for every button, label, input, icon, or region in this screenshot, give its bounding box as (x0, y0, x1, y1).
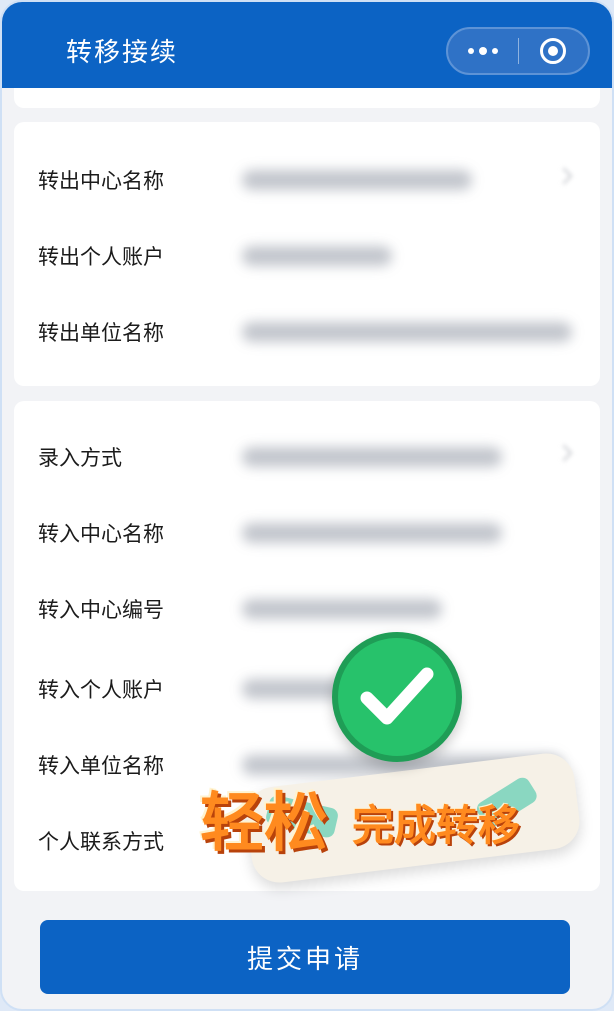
transfer-in-card: 录入方式 转入中心名称 转入中心编号 转入个人账户 转入单位名称 个人联系方式 (14, 401, 600, 891)
more-dots-icon (467, 47, 498, 55)
redacted-value (242, 599, 442, 619)
field-label: 录入方式 (38, 446, 122, 470)
field-label: 个人联系方式 (38, 830, 164, 854)
redacted-value (242, 679, 362, 699)
form-row-input-method[interactable]: 录入方式 (38, 437, 580, 477)
redacted-value (242, 322, 572, 342)
form-row-in-center-code[interactable]: 转入中心编号 (38, 589, 580, 629)
target-circle-icon (540, 38, 567, 64)
form-row-contact[interactable]: 个人联系方式 (38, 821, 580, 861)
nav-bar: 转移接续 (2, 2, 612, 88)
close-button[interactable] (518, 29, 588, 73)
field-label: 转出个人账户 (38, 245, 164, 269)
more-button[interactable] (448, 29, 518, 73)
form-row-in-center[interactable]: 转入中心名称 (38, 513, 580, 553)
redacted-value (242, 523, 502, 543)
redacted-value (242, 246, 392, 266)
field-label: 转入中心名称 (38, 522, 164, 546)
redacted-value (242, 755, 562, 775)
chevron-right-icon (555, 167, 573, 185)
form-row-in-company[interactable]: 转入单位名称 (38, 745, 580, 785)
field-label: 转入个人账户 (38, 678, 164, 702)
transfer-out-card: 转出中心名称 转出个人账户 转出单位名称 (14, 122, 600, 386)
chevron-right-icon (555, 444, 573, 462)
previous-card-edge (14, 88, 600, 108)
field-label: 转入中心编号 (38, 598, 164, 622)
app-frame: 转移接续 转出中心名称 转出个人账户 转出单位名称 录入方式 转入中心名称 转入… (0, 0, 614, 1011)
mini-program-capsule (446, 27, 590, 75)
form-row-out-company: 转出单位名称 (38, 312, 580, 352)
page-title: 转移接续 (66, 38, 179, 68)
field-label: 转入单位名称 (38, 754, 164, 778)
field-label: 转出单位名称 (38, 321, 164, 345)
redacted-value (242, 170, 472, 190)
field-label: 转出中心名称 (38, 169, 164, 193)
submit-button[interactable]: 提交申请 (40, 920, 570, 994)
form-row-in-account[interactable]: 转入个人账户 (38, 669, 580, 709)
form-row-out-center[interactable]: 转出中心名称 (38, 160, 580, 200)
redacted-value (242, 447, 502, 467)
form-row-out-account: 转出个人账户 (38, 236, 580, 276)
